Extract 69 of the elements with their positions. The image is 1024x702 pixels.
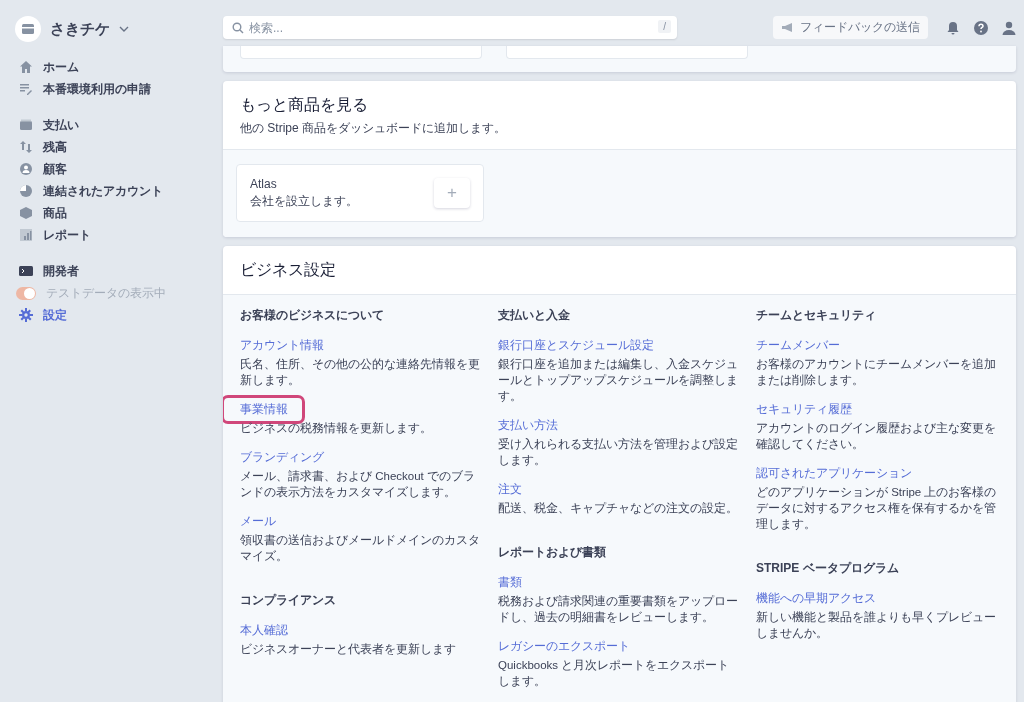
settings-description: 氏名、住所、その他の公的な連絡先情報を更新します。 xyxy=(240,357,481,388)
settings-description: 銀行口座を追加または編集し、入金スケジュールとトップアップスケジュールを調整します。 xyxy=(498,357,739,404)
settings-link[interactable]: 書類 xyxy=(498,574,522,591)
chart-icon xyxy=(19,228,33,242)
section-heading: 支払いと入金 xyxy=(498,307,571,324)
settings-link[interactable]: 本人確認 xyxy=(240,622,288,639)
sidebar-item[interactable]: 支払い xyxy=(43,116,79,134)
terminal-icon xyxy=(19,264,33,278)
settings-link[interactable]: セキュリティ履歴 xyxy=(756,401,852,418)
store-icon xyxy=(15,16,41,42)
section-heading: STRIPE ベータプログラム xyxy=(756,560,900,577)
settings-link[interactable]: 機能への早期アクセス xyxy=(756,590,876,607)
cube-icon xyxy=(19,206,33,220)
settings-link[interactable]: 注文 xyxy=(498,481,522,498)
settings-description: お客様のアカウントにチームメンバーを追加または削除します。 xyxy=(756,357,997,388)
settings-link[interactable]: メール xyxy=(240,513,276,530)
settings-description: どのアプリケーションが Stripe 上のお客様のデータに対するアクセス権を保有するかを管理します。 xyxy=(756,485,998,532)
sidebar-item[interactable]: 連結されたアカウント xyxy=(43,182,163,200)
arrows-icon xyxy=(19,140,33,154)
settings-description: 税務および請求関連の重要書類をアップロードし、過去の明細書をレビューします。 xyxy=(498,594,739,625)
product-name: Atlas xyxy=(250,176,278,191)
megaphone-icon xyxy=(781,22,794,33)
settings-link[interactable]: レガシーのエクスポート xyxy=(498,638,630,655)
feedback-button[interactable]: フィードバックの送信 xyxy=(773,16,928,39)
card-subtitle: 他の Stripe 商品をダッシュボードに追加します。 xyxy=(240,120,507,137)
settings-description: 領収書の送信およびメールドメインのカスタマイズ。 xyxy=(240,533,481,564)
user-icon[interactable] xyxy=(1002,20,1016,35)
settings-link[interactable]: 支払い方法 xyxy=(498,417,558,434)
settings-link[interactable]: ブランディング xyxy=(240,449,324,466)
section-heading: コンプライアンス xyxy=(240,592,337,609)
bell-icon[interactable] xyxy=(946,20,960,35)
settings-link[interactable]: チームメンバー xyxy=(756,337,840,354)
gear-icon xyxy=(19,308,33,322)
chevron-down-icon[interactable] xyxy=(119,25,129,33)
sidebar-item[interactable]: 残高 xyxy=(43,138,67,156)
home-icon xyxy=(19,60,33,74)
sidebar-item[interactable]: 開発者 xyxy=(43,262,79,280)
settings-link[interactable]: 事業情報 xyxy=(223,395,305,424)
sidebar-item[interactable]: 商品 xyxy=(43,204,67,222)
sidebar-item[interactable]: 本番環境利用の申請 xyxy=(43,80,151,98)
settings-description: 受け入れられる支払い方法を管理および設定します。 xyxy=(498,437,739,468)
settings-description: ビジネスオーナーと代表者を更新します xyxy=(240,642,457,657)
sidebar-item[interactable]: 設定 xyxy=(43,306,67,324)
sidebar-item[interactable]: レポート xyxy=(43,226,91,244)
sidebar-item[interactable]: 顧客 xyxy=(43,160,67,178)
settings-description: ビジネスの税務情報を更新します。 xyxy=(240,421,433,436)
account-name[interactable]: さきチケ xyxy=(50,19,110,39)
shortcut-key: / xyxy=(658,20,671,33)
settings-description: Quickbooks と月次レポートをエクスポートします。 xyxy=(498,658,731,689)
settings-description: メール、請求書、および Checkout でのブランドの表示方法をカスタマイズします。 xyxy=(240,469,476,500)
settings-description: 新しい機能と製品を誰よりも早くプレビューしませんか。 xyxy=(756,610,997,641)
person-icon xyxy=(19,162,33,176)
settings-description: アカウントのログイン履歴および主な変更を確認してください。 xyxy=(756,421,997,452)
product-description: 会社を設立します。 xyxy=(250,192,358,210)
sidebar-item[interactable]: ホーム xyxy=(43,58,79,76)
card-title: もっと商品を見る xyxy=(240,95,369,115)
wallet-icon xyxy=(19,118,33,132)
section-heading: お客様のビジネスについて xyxy=(240,307,385,324)
section-heading: チームとセキュリティ xyxy=(756,307,877,324)
card-title: ビジネス設定 xyxy=(240,260,337,280)
edit-list-icon xyxy=(19,82,33,96)
settings-link[interactable]: 銀行口座とスケジュール設定 xyxy=(498,337,654,354)
settings-description: 配送、税金、キャプチャなどの注文の設定。 xyxy=(498,501,739,516)
settings-link[interactable]: アカウント情報 xyxy=(240,337,324,354)
pie-icon xyxy=(19,184,33,198)
help-icon[interactable] xyxy=(974,20,988,35)
settings-link[interactable]: 認可されたアプリケーション xyxy=(756,465,912,482)
section-heading: レポートおよび書類 xyxy=(498,544,607,561)
search-icon xyxy=(232,22,244,34)
